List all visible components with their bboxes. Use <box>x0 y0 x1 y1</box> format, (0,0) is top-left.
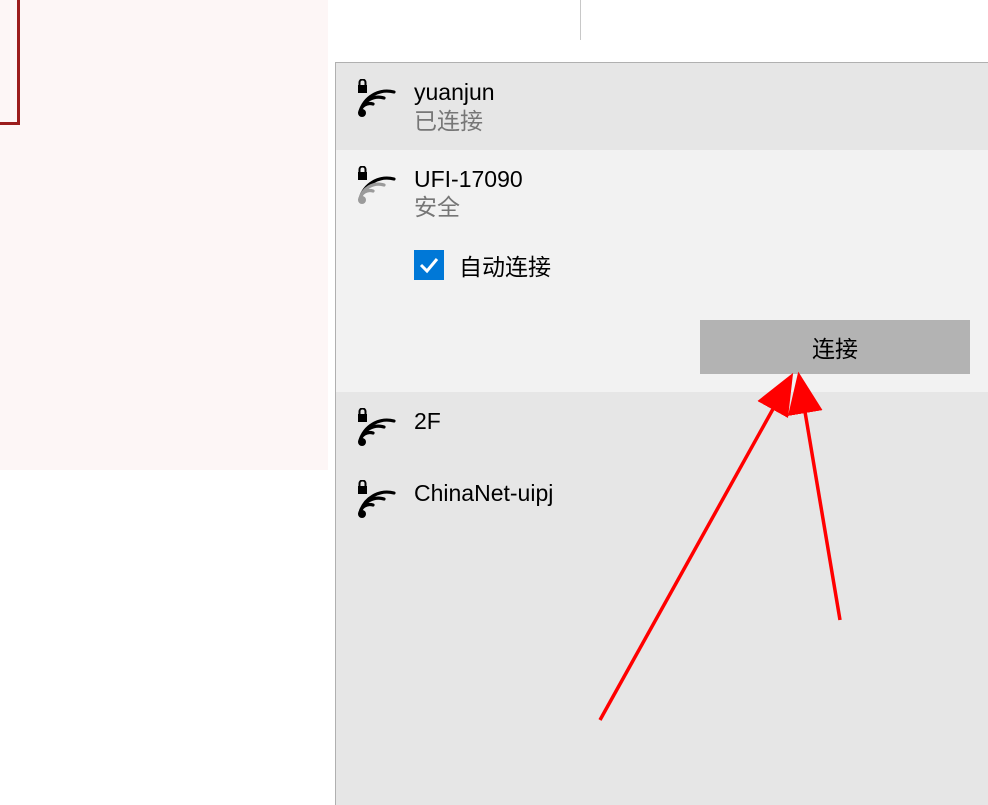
background-region <box>0 0 328 470</box>
red-box-fragment <box>0 0 20 125</box>
wifi-item-2f[interactable]: 2F <box>336 392 988 464</box>
wifi-name: ChinaNet-uipj <box>414 479 970 508</box>
wifi-status: 安全 <box>414 193 970 222</box>
wifi-item-yuanjun[interactable]: yuanjun 已连接 <box>336 63 988 150</box>
auto-connect-label: 自动连接 <box>459 248 551 282</box>
wifi-secure-icon <box>356 166 402 208</box>
checkmark-icon <box>418 254 440 276</box>
wifi-item-ufi-17090[interactable]: UFI-17090 安全 自动连接 连接 <box>336 150 988 393</box>
wifi-secure-icon <box>356 79 402 121</box>
vertical-divider <box>580 0 581 40</box>
wifi-network-panel: yuanjun 已连接 <box>335 62 988 805</box>
wifi-name: 2F <box>414 407 970 436</box>
wifi-secure-icon <box>356 480 402 522</box>
wifi-name: UFI-17090 <box>414 165 970 194</box>
wifi-secure-icon <box>356 408 402 450</box>
wifi-item-chinanet-uipj[interactable]: ChinaNet-uipj <box>336 464 988 536</box>
connect-button[interactable]: 连接 <box>700 320 970 374</box>
wifi-name: yuanjun <box>414 78 970 107</box>
wifi-status: 已连接 <box>414 107 970 136</box>
wifi-expanded-controls: 自动连接 连接 <box>336 232 988 392</box>
auto-connect-checkbox[interactable] <box>414 250 444 280</box>
